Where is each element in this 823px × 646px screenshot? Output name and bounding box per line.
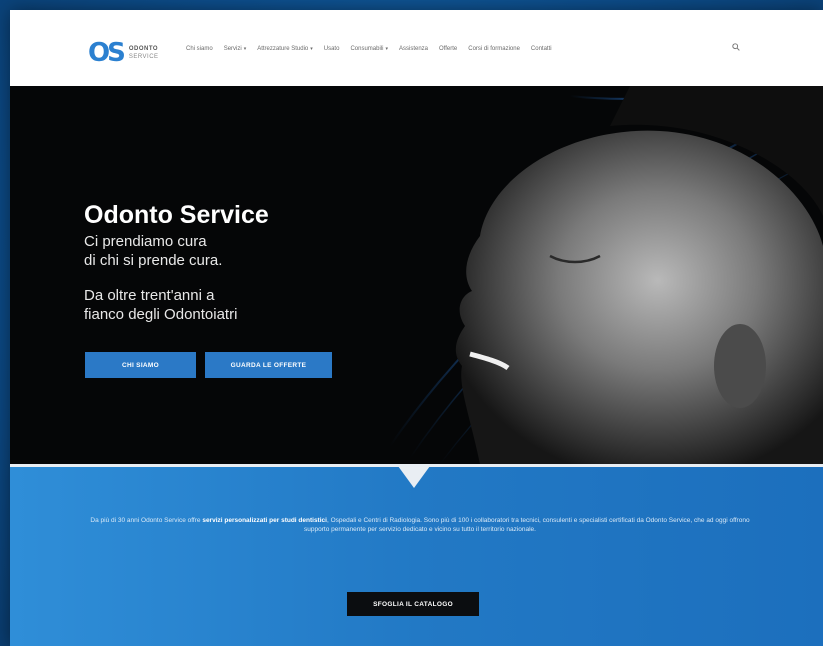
chevron-down-icon: ▾ (243, 46, 247, 52)
hero-title: Odonto Service (84, 201, 269, 229)
hero-tagline-secondary: Da oltre trent'anni a fianco degli Odont… (84, 287, 238, 323)
nav-item-offerte[interactable]: Offerte (439, 46, 457, 52)
nav-item-usato[interactable]: Usato (324, 46, 340, 52)
logo-mark: OS (88, 38, 126, 68)
down-arrow-notch (398, 466, 430, 488)
nav-item-assistenza[interactable]: Assistenza (399, 46, 428, 52)
logo-text: ODONTO SERVICE (129, 45, 159, 61)
nav-item-consumabili[interactable]: Consumabili ▾ (350, 46, 388, 52)
chevron-down-icon: ▾ (310, 46, 313, 52)
see-offers-button[interactable]: GUARDA LE OFFERTE (205, 352, 332, 378)
chevron-down-icon: ▾ (385, 46, 388, 52)
hero-tagline: Ci prendiamo cura di chi si prende cura. (84, 233, 223, 269)
site-logo[interactable]: OS ODONTO SERVICE (88, 38, 159, 68)
intro-highlight: servizi personalizzati per studi dentist… (202, 517, 327, 524)
nav-item-corsi[interactable]: Corsi di formazione (468, 46, 520, 52)
logo-sub: SERVICE (128, 54, 159, 60)
nav-item-chi-siamo[interactable]: Chi siamo (186, 46, 213, 52)
site-header: OS ODONTO SERVICE Chi siamo Servizi ▾ Att… (10, 10, 823, 87)
search-icon[interactable] (732, 43, 740, 51)
nav-item-contatti[interactable]: Contatti (531, 46, 552, 52)
logo-name: ODONTO (128, 46, 159, 52)
browser-page: OS ODONTO SERVICE Chi siamo Servizi ▾ Att… (10, 10, 823, 646)
nav-item-servizi[interactable]: Servizi ▾ (224, 46, 247, 52)
main-nav: Chi siamo Servizi ▾ Attrezzature Studio ▾ … (186, 46, 552, 52)
hero-banner: Odonto Service Ci prendiamo cura di chi … (10, 86, 823, 464)
browse-catalog-button[interactable]: SFOGLIA IL CATALOGO (347, 592, 479, 616)
nav-item-attrezzature[interactable]: Attrezzature Studio ▾ (257, 46, 313, 52)
intro-section: Da più di 30 anni Odonto Service offre s… (10, 464, 823, 646)
intro-text: Da più di 30 anni Odonto Service offre s… (90, 517, 750, 533)
who-we-are-button[interactable]: CHI SIAMO (85, 352, 196, 378)
hero-text: Odonto Service Ci prendiamo cura di chi … (84, 200, 269, 324)
